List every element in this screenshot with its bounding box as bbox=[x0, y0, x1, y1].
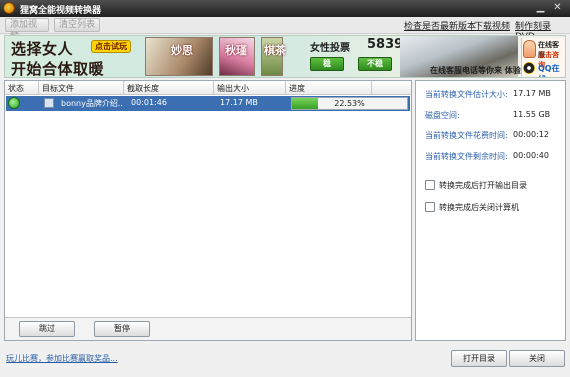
app-logo-icon bbox=[3, 2, 15, 14]
row-file-name: bonny品牌介绍... bbox=[61, 99, 123, 108]
row-progress-text: 22.53% bbox=[334, 99, 365, 108]
column-header-status[interactable]: 状态 bbox=[8, 83, 24, 94]
qq-online-link[interactable]: QQ在线 bbox=[538, 63, 565, 77]
converting-status-icon bbox=[8, 97, 20, 109]
column-header-duration[interactable]: 截取长度 bbox=[127, 83, 159, 94]
table-row[interactable]: bonny品牌介绍... 00:01:46 17.17 MB 22.53% bbox=[6, 96, 410, 111]
clear-list-button[interactable]: 清空列表 bbox=[54, 18, 100, 32]
title-bar: 狸窝全能视频转换器 ▁ ✕ bbox=[0, 0, 570, 17]
video-file-icon bbox=[44, 98, 54, 108]
estimated-size-label: 当前转换文件估计大小: bbox=[425, 90, 508, 99]
service-avatar-icon bbox=[523, 40, 536, 58]
banner-pic-label: 妙思 bbox=[171, 44, 193, 57]
conversion-info-panel: 当前转换文件估计大小: 17.17 MB 磁盘空间: 11.55 GB 当前转换… bbox=[415, 80, 566, 341]
close-button[interactable]: 关闭 bbox=[509, 350, 565, 367]
banner-pic-label: 棋茶 bbox=[264, 44, 286, 57]
banner-score: 5839 bbox=[367, 37, 404, 52]
row-output-size: 17.17 MB bbox=[220, 98, 258, 107]
shutdown-checkbox[interactable] bbox=[425, 202, 435, 212]
banner-headline-1: 选择女人 bbox=[11, 40, 74, 58]
ad-banner[interactable]: 选择女人 点击试玩 开始合体取暖 妙思 秋瑾 棋茶 女性投票 5839 稳 不稳… bbox=[4, 35, 566, 78]
banner-vote-steady-button[interactable]: 稳 bbox=[310, 57, 344, 71]
banner-vote-unstable-button[interactable]: 不稳 bbox=[358, 57, 392, 71]
row-progress-bar: 22.53% bbox=[291, 97, 408, 110]
window-title: 狸窝全能视频转换器 bbox=[20, 6, 102, 16]
row-duration: 00:01:46 bbox=[131, 98, 167, 107]
bottom-bar: 玩儿比赛，参加比赛赢取奖品... 打开目录 关闭 bbox=[0, 343, 570, 377]
list-header: 状态 目标文件 截取长度 输出大小 进度 bbox=[5, 81, 411, 95]
open-output-dir-checkbox[interactable] bbox=[425, 180, 435, 190]
column-header-progress[interactable]: 进度 bbox=[289, 83, 305, 94]
remaining-time-label: 当前转换文件剩余时间: bbox=[425, 152, 508, 161]
column-header-file[interactable]: 目标文件 bbox=[42, 83, 74, 94]
remaining-time-value: 00:00:40 bbox=[513, 151, 549, 160]
add-video-button[interactable]: 添加视频 bbox=[5, 18, 49, 42]
shutdown-label[interactable]: 转换完成后关闭计算机 bbox=[439, 202, 519, 213]
estimated-size-value: 17.17 MB bbox=[513, 89, 551, 98]
promo-link[interactable]: 玩儿比赛，参加比赛赢取奖品... bbox=[6, 353, 118, 364]
disk-space-value: 11.55 GB bbox=[513, 110, 551, 119]
close-icon[interactable]: ✕ bbox=[551, 2, 564, 14]
list-footer: 跳过 暂停 bbox=[5, 317, 411, 340]
check-update-link[interactable]: 检查是否最新版本 bbox=[404, 19, 476, 32]
toolbar: 添加视频 清空列表 检查是否最新版本 下载视频 制作刻录DVD bbox=[0, 17, 570, 42]
open-directory-button[interactable]: 打开目录 bbox=[451, 350, 507, 367]
banner-headline-2: 开始合体取暖 bbox=[11, 60, 105, 78]
download-video-link[interactable]: 下载视频 bbox=[474, 19, 510, 32]
banner-game-label: 女性投票 bbox=[310, 43, 350, 54]
conversion-list: 状态 目标文件 截取长度 输出大小 进度 bonny品牌介绍... 00:01:… bbox=[4, 80, 412, 341]
pause-button[interactable]: 暂停 bbox=[94, 321, 150, 337]
skip-button[interactable]: 跳过 bbox=[19, 321, 75, 337]
column-header-size[interactable]: 输出大小 bbox=[217, 83, 249, 94]
open-output-dir-label[interactable]: 转换完成后打开输出目录 bbox=[439, 180, 527, 191]
disk-space-label: 磁盘空间: bbox=[425, 111, 460, 120]
minimize-icon[interactable]: ▁ bbox=[534, 2, 547, 14]
elapsed-time-label: 当前转换文件花费时间: bbox=[425, 131, 508, 140]
banner-pic-label: 秋瑾 bbox=[225, 44, 247, 57]
qq-icon bbox=[523, 62, 535, 74]
banner-click-badge[interactable]: 点击试玩 bbox=[91, 40, 131, 53]
banner-slogan: 在线客服电话等你来 体验 bbox=[430, 66, 521, 75]
elapsed-time-value: 00:00:12 bbox=[513, 130, 549, 139]
